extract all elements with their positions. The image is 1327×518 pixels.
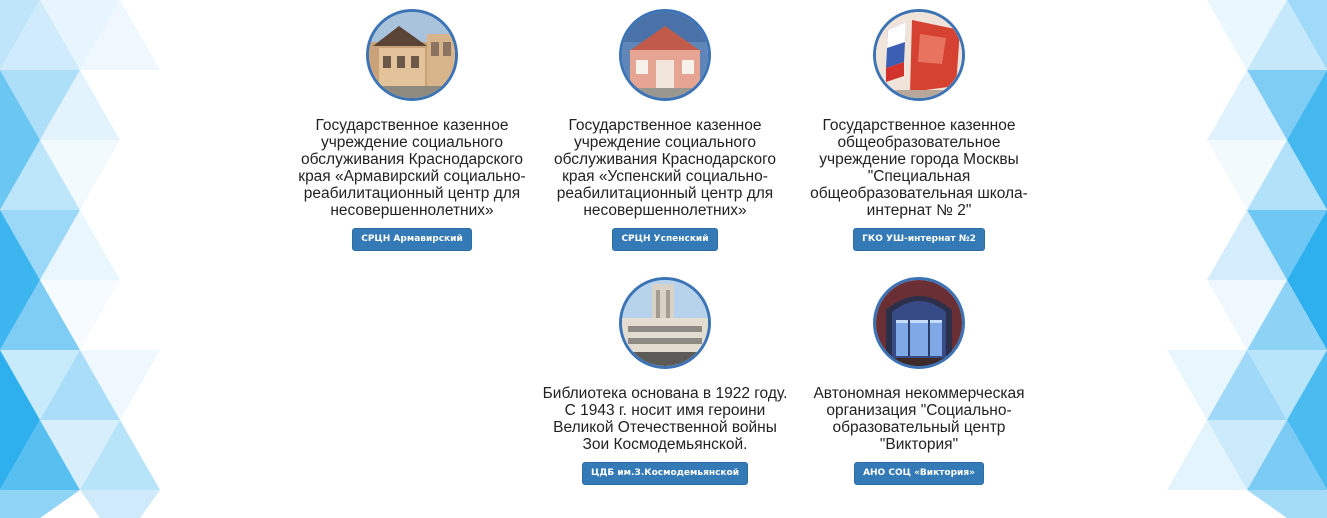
gko-school-internat-button[interactable]: ГКО УШ-интернат №2 bbox=[853, 228, 985, 251]
ano-soc-victoria-button[interactable]: АНО СОЦ «Виктория» bbox=[854, 462, 984, 485]
right-triangle-pattern bbox=[1127, 0, 1327, 518]
srcn-uspensky-button[interactable]: СРЦН Успенский bbox=[612, 228, 718, 251]
cdb-kosmodemyanskaya-button[interactable]: ЦДБ им.З.Космодемьянской bbox=[581, 462, 749, 485]
institution-description: Автономная некоммерческая организация "С… bbox=[813, 385, 1025, 453]
institution-photo bbox=[619, 9, 711, 101]
institution-card-school-2: Государственное казенное общеобразовател… bbox=[789, 9, 1049, 251]
institution-card-uspensky: Государственное казенное учреждение соци… bbox=[535, 9, 795, 251]
institution-card-armavir: Государственное казенное учреждение соци… bbox=[282, 9, 542, 251]
left-triangle-pattern bbox=[0, 0, 200, 518]
institution-photo bbox=[619, 277, 711, 369]
institution-description: Библиотека основана в 1922 году. С 1943 … bbox=[542, 385, 788, 453]
institution-description: Государственное казенное учреждение соци… bbox=[298, 117, 526, 219]
institution-description: Государственное казенное учреждение соци… bbox=[553, 117, 777, 219]
institution-description: Государственное казенное общеобразовател… bbox=[810, 117, 1028, 219]
institution-photo bbox=[873, 9, 965, 101]
institution-photo bbox=[366, 9, 458, 101]
institution-card-victoria: Автономная некоммерческая организация "С… bbox=[789, 277, 1049, 485]
institution-card-library: Библиотека основана в 1922 году. С 1943 … bbox=[535, 277, 795, 485]
srcn-armavir-button[interactable]: СРЦН Армавирский bbox=[352, 228, 472, 251]
institution-photo bbox=[873, 277, 965, 369]
